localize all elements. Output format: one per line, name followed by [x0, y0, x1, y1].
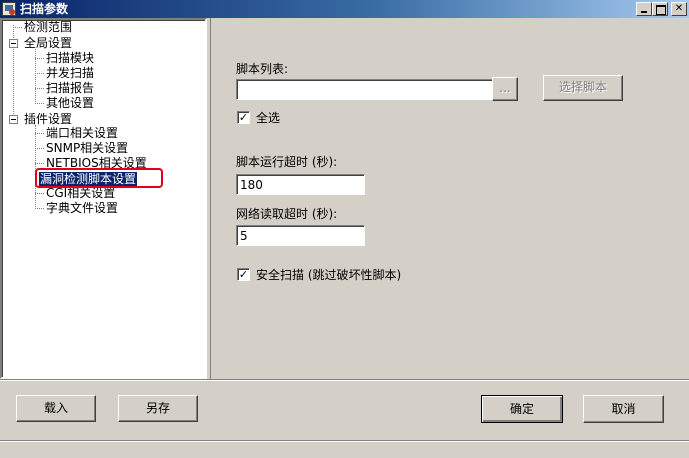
- tree-connector: [35, 193, 44, 194]
- cancel-button[interactable]: 取消: [583, 395, 664, 423]
- collapse-plugins-icon[interactable]: [9, 115, 18, 124]
- tree-item-concurrent-scan[interactable]: 并发扫描: [45, 66, 95, 80]
- load-button[interactable]: 载入: [16, 395, 96, 422]
- ok-button[interactable]: 确定: [481, 395, 563, 423]
- script-list-label: 脚本列表:: [236, 62, 289, 76]
- maximize-button[interactable]: [652, 2, 668, 16]
- tree-connector: [35, 103, 44, 104]
- tree-item-cgi-settings[interactable]: CGI相关设置: [45, 186, 116, 200]
- tree-connector: [35, 73, 44, 74]
- script-timeout-input[interactable]: [236, 174, 365, 195]
- tree-item-global-settings[interactable]: 全局设置: [23, 36, 73, 50]
- tree-item-snmp-settings[interactable]: SNMP相关设置: [45, 141, 129, 155]
- tree-item-other-settings[interactable]: 其他设置: [45, 96, 95, 110]
- tree-connector-plugins: [35, 125, 36, 209]
- settings-panel: 脚本列表: ... 选择脚本 ✓ 全选 脚本运行超时 (秒): 网络读取超时 (…: [210, 18, 689, 379]
- tree-connector: [35, 133, 44, 134]
- script-list-input[interactable]: [236, 79, 494, 100]
- tree-item-scan-scope[interactable]: 检测范围: [23, 20, 73, 34]
- save-as-button[interactable]: 另存: [118, 395, 198, 422]
- select-all-label: 全选: [256, 111, 281, 125]
- safe-scan-checkbox[interactable]: ✓: [237, 268, 250, 281]
- network-timeout-input[interactable]: [236, 225, 365, 246]
- tree-connector: [35, 58, 44, 59]
- tree-connector: [13, 27, 22, 28]
- tree-item-dictionary-settings[interactable]: 字典文件设置: [45, 201, 119, 215]
- tree-connector: [35, 208, 44, 209]
- minimize-button[interactable]: [636, 2, 652, 16]
- tree-item-scan-modules[interactable]: 扫描模块: [45, 51, 95, 65]
- tree-item-port-settings[interactable]: 端口相关设置: [45, 126, 119, 140]
- collapse-global-icon[interactable]: [9, 39, 18, 48]
- window-title: 扫描参数: [20, 2, 69, 16]
- browse-script-button[interactable]: ...: [492, 77, 518, 101]
- select-all-checkbox[interactable]: ✓: [237, 111, 250, 124]
- annotation-highlight-box: [35, 168, 163, 188]
- network-timeout-label: 网络读取超时 (秒):: [236, 207, 338, 221]
- title-bar: 扫描参数 ✕: [0, 0, 689, 18]
- select-script-button[interactable]: 选择脚本: [543, 75, 623, 101]
- safe-scan-label: 安全扫描 (跳过破坏性脚本): [256, 268, 402, 282]
- tree-item-plugin-settings[interactable]: 插件设置: [23, 112, 73, 126]
- close-button[interactable]: ✕: [671, 2, 687, 16]
- script-timeout-label: 脚本运行超时 (秒):: [236, 155, 338, 169]
- tree-connector: [35, 88, 44, 89]
- footer-separator: [0, 379, 689, 381]
- settings-tree[interactable]: 检测范围 全局设置 扫描模块 并发扫描 扫描报告 其他设置 插件设置 端口相关设…: [0, 18, 207, 379]
- tree-connector: [35, 163, 44, 164]
- app-icon: [2, 2, 16, 16]
- status-bar: [0, 440, 689, 458]
- tree-item-scan-report[interactable]: 扫描报告: [45, 81, 95, 95]
- tree-connector: [35, 148, 44, 149]
